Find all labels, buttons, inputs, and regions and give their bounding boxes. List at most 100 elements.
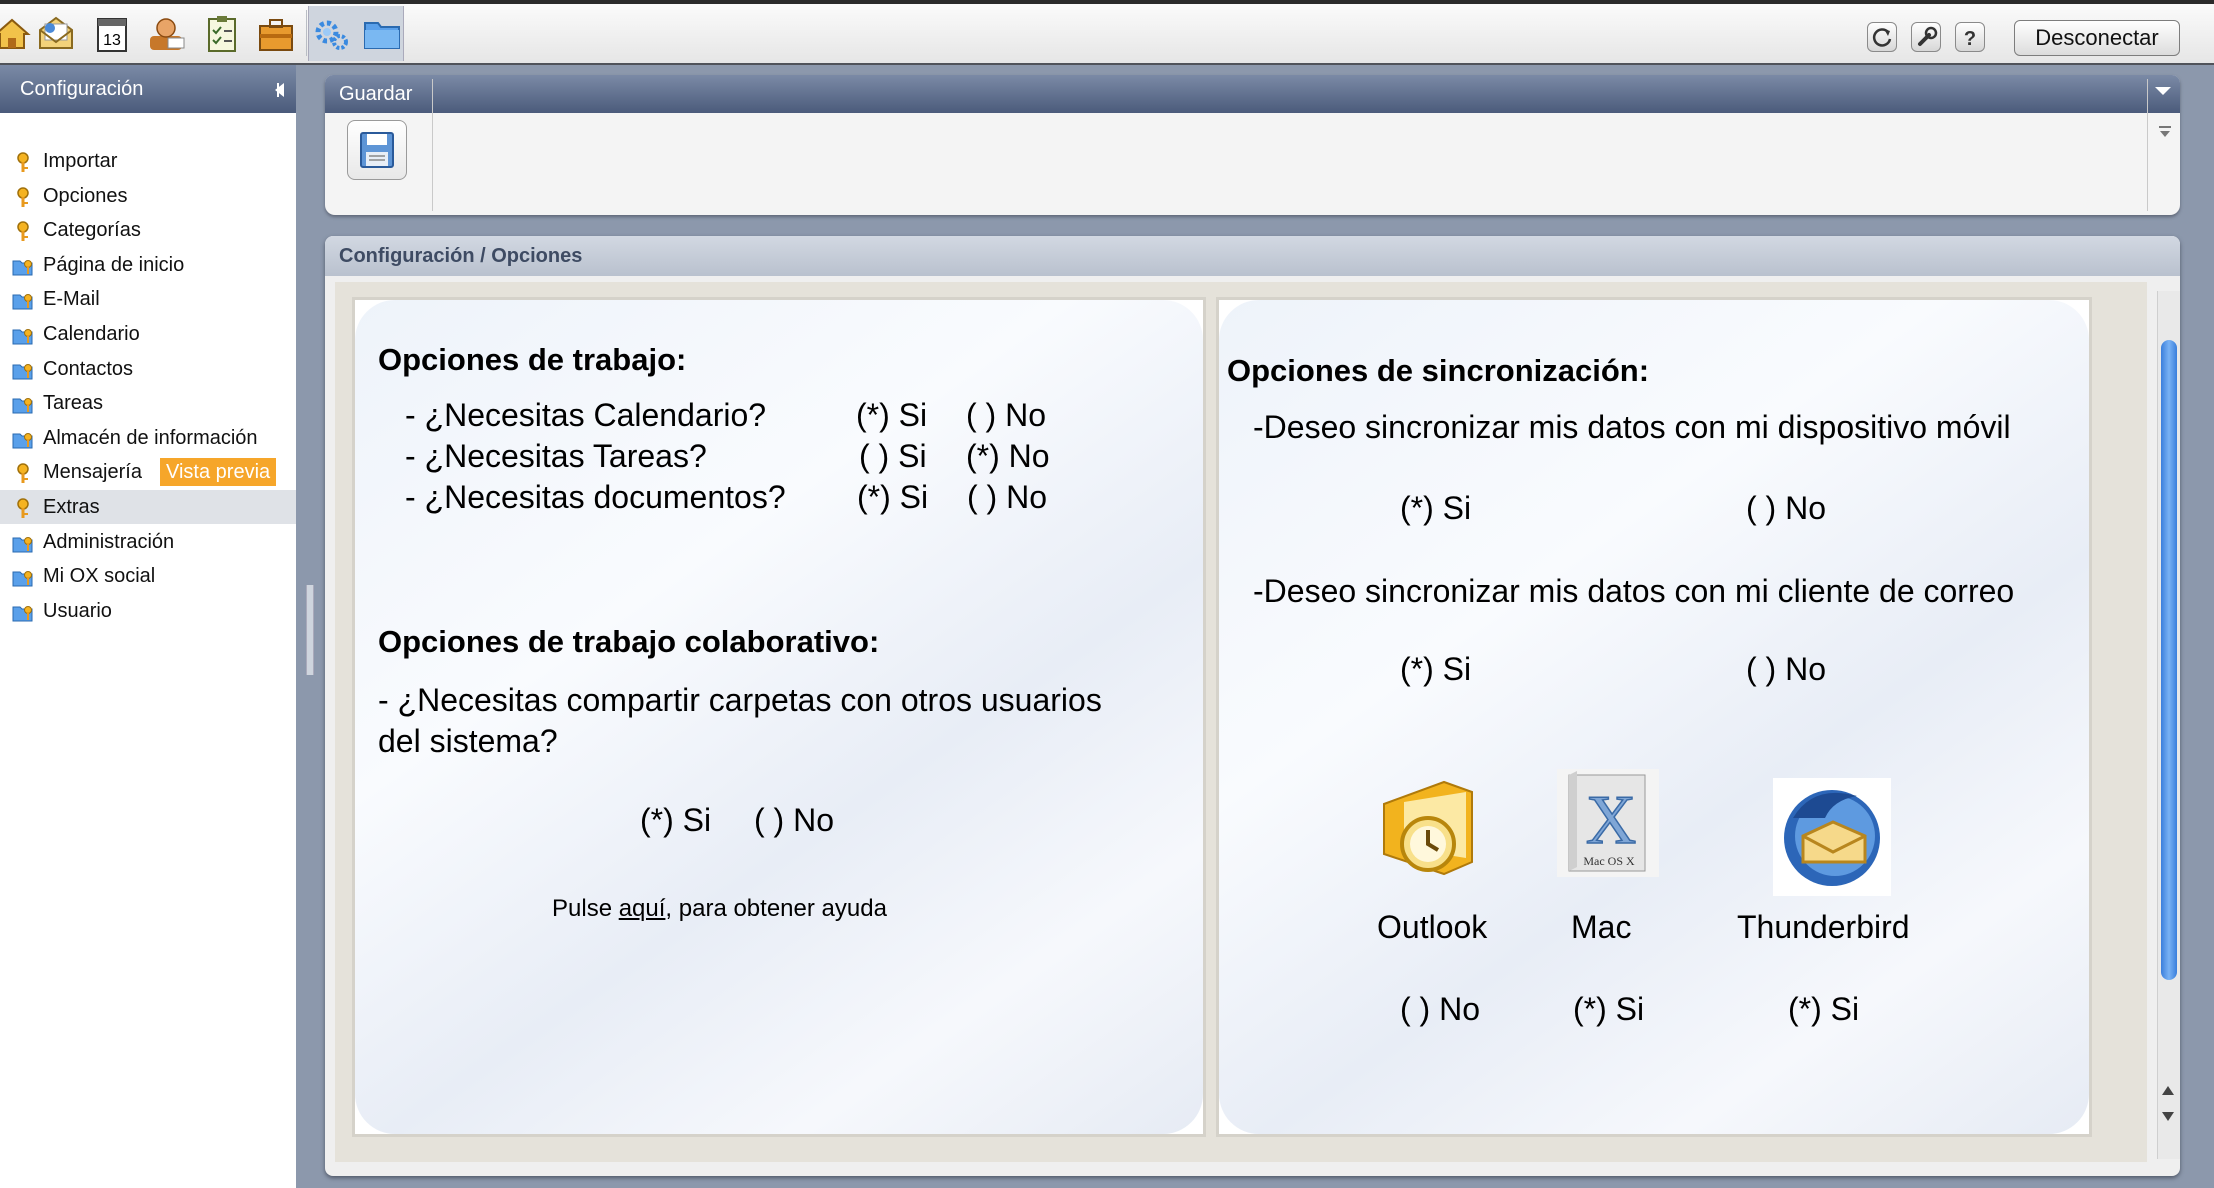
sidebar-item-usuario[interactable]: Usuario <box>0 594 296 628</box>
work-options-card: Opciones de trabajo: - ¿Necesitas Calend… <box>352 297 1206 1137</box>
folder-key-icon <box>12 536 33 553</box>
settings-icon[interactable] <box>312 14 352 54</box>
help-suffix: , para obtener ayuda <box>665 895 887 922</box>
question-icon: ? <box>1964 28 1976 50</box>
tasks-no-option: (*) No <box>966 438 1050 474</box>
sidebar-item-label: Categorías <box>43 219 141 242</box>
folder-key-icon <box>12 428 34 450</box>
divider <box>2147 79 2148 211</box>
tasks-yes-option: ( ) Si <box>859 438 927 474</box>
floppy-disk-icon <box>360 132 394 168</box>
folder-key-icon <box>12 605 33 622</box>
sidebar-item-mensajería[interactable]: Mensajería Vista previa <box>0 455 296 489</box>
key-icon <box>17 463 29 484</box>
mail-yes-option: (*) Si <box>1400 651 1472 687</box>
question-tasks: - ¿Necesitas Tareas? <box>405 438 707 474</box>
client-name-mac: Mac <box>1571 909 1632 945</box>
home-icon[interactable] <box>0 14 32 54</box>
divider <box>432 79 433 211</box>
folder-key-icon <box>12 289 34 311</box>
folder-key-icon <box>12 398 33 414</box>
sidebar-item-extras[interactable]: Extras <box>0 490 296 524</box>
sidebar-item-label: Página de inicio <box>43 253 185 276</box>
client-name-thunderbird: Thunderbird <box>1737 909 1910 945</box>
mobile-sync-question: -Deseo sincronizar mis datos con mi disp… <box>1253 409 2011 445</box>
sidebar-title: Configuración <box>20 78 144 100</box>
question-documents: - ¿Necesitas documentos? <box>405 479 786 515</box>
scroll-up-arrow-icon[interactable] <box>2162 1086 2174 1095</box>
mail-icon[interactable] <box>36 14 76 54</box>
folder-key-icon <box>12 255 34 277</box>
sync-options-card: Opciones de sincronización: -Deseo sincr… <box>1216 297 2092 1137</box>
mail-sync-question: -Deseo sincronizar mis datos con mi clie… <box>1253 573 2015 609</box>
top-toolbar: 13 ? Desconectar <box>0 0 2214 65</box>
sidebar-item-label: Importar <box>43 150 118 172</box>
sidebar-item-label: Extras <box>43 496 100 518</box>
tools-button[interactable] <box>1911 22 1941 52</box>
sidebar-item-e-mail[interactable]: E-Mail <box>0 282 296 316</box>
contacts-icon[interactable] <box>146 14 186 54</box>
collab-question-line2: del sistema? <box>378 723 558 759</box>
folder-key-icon <box>12 259 33 276</box>
sidebar-item-tareas[interactable]: Tareas <box>0 386 296 420</box>
scroll-down-arrow-icon[interactable] <box>2162 1112 2174 1121</box>
document-view: Opciones de trabajo: - ¿Necesitas Calend… <box>335 282 2147 1162</box>
scrollbar-thumb[interactable] <box>2161 340 2177 980</box>
collapse-sidebar-icon[interactable] <box>275 83 284 97</box>
key-icon <box>12 497 34 519</box>
outlook-icon <box>1383 780 1473 876</box>
splitter-handle[interactable] <box>306 585 314 675</box>
sidebar-item-importar[interactable]: Importar <box>0 144 296 178</box>
collab-options-heading: Opciones de trabajo colaborativo: <box>378 624 880 659</box>
calendar-icon[interactable]: 13 <box>92 14 132 54</box>
sidebar-item-label: Mensajería <box>43 461 142 484</box>
sidebar-item-categorías[interactable]: Categorías <box>0 213 296 247</box>
mac-os-x-icon: X Mac OS X <box>1557 769 1659 877</box>
breadcrumb: Configuración / Opciones <box>339 245 583 267</box>
refresh-button[interactable] <box>1867 22 1897 52</box>
outlook-choice: ( ) No <box>1400 991 1480 1027</box>
folder-icon[interactable] <box>362 14 402 54</box>
key-icon <box>12 220 34 242</box>
sidebar-item-calendario[interactable]: Calendario <box>0 317 296 351</box>
folder-key-icon <box>12 393 34 415</box>
sidebar-header: Configuración <box>0 65 296 113</box>
content-header: Configuración / Opciones <box>325 236 2180 276</box>
save-panel: Guardar <box>325 75 2180 215</box>
sidebar-item-página-de-inicio[interactable]: Página de inicio <box>0 248 296 282</box>
sidebar-item-mi-ox-social[interactable]: Mi OX social <box>0 559 296 593</box>
preview-badge: Vista previa <box>160 458 277 487</box>
refresh-icon <box>1872 28 1892 47</box>
save-button[interactable] <box>347 120 407 180</box>
mac-os-x-caption: Mac OS X <box>1583 854 1635 868</box>
calendar-day: 13 <box>103 32 121 49</box>
sidebar-item-contactos[interactable]: Contactos <box>0 352 296 386</box>
documents-yes-option: (*) Si <box>857 479 929 515</box>
svg-text:?: ? <box>1964 28 1976 50</box>
sidebar-item-opciones[interactable]: Opciones <box>0 179 296 213</box>
folder-key-icon <box>12 571 33 587</box>
sidebar-item-administración[interactable]: Administración <box>0 525 296 559</box>
folder-key-icon <box>12 601 34 623</box>
key-icon <box>12 462 34 484</box>
thunderbird-icon <box>1773 778 1891 896</box>
calendar-yes-option: (*) Si <box>856 397 928 433</box>
sidebar-item-label: E-Mail <box>43 288 100 311</box>
help-link[interactable]: aquí <box>619 895 666 922</box>
collab-question-line1: - ¿Necesitas compartir carpetas con otro… <box>378 682 1102 718</box>
folder-key-icon <box>12 566 34 588</box>
logout-button[interactable]: Desconectar <box>2014 20 2180 56</box>
sidebar-item-almacén-de-información[interactable]: Almacén de información <box>0 421 296 455</box>
content-panel: Configuración / Opciones Opciones de tra… <box>325 236 2180 1176</box>
infostore-icon[interactable] <box>256 14 296 54</box>
client-name-outlook: Outlook <box>1377 909 1488 945</box>
mobile-no-option: ( ) No <box>1746 490 1826 526</box>
panel-menu-icon[interactable] <box>2155 87 2171 95</box>
folder-key-icon <box>12 294 33 310</box>
tasks-icon[interactable] <box>202 14 242 54</box>
help-button[interactable]: ? <box>1955 22 1985 52</box>
overflow-menu-icon[interactable] <box>2157 125 2173 139</box>
save-panel-title: Guardar <box>339 83 413 105</box>
folder-key-icon <box>12 432 33 449</box>
mail-no-option: ( ) No <box>1746 651 1826 687</box>
